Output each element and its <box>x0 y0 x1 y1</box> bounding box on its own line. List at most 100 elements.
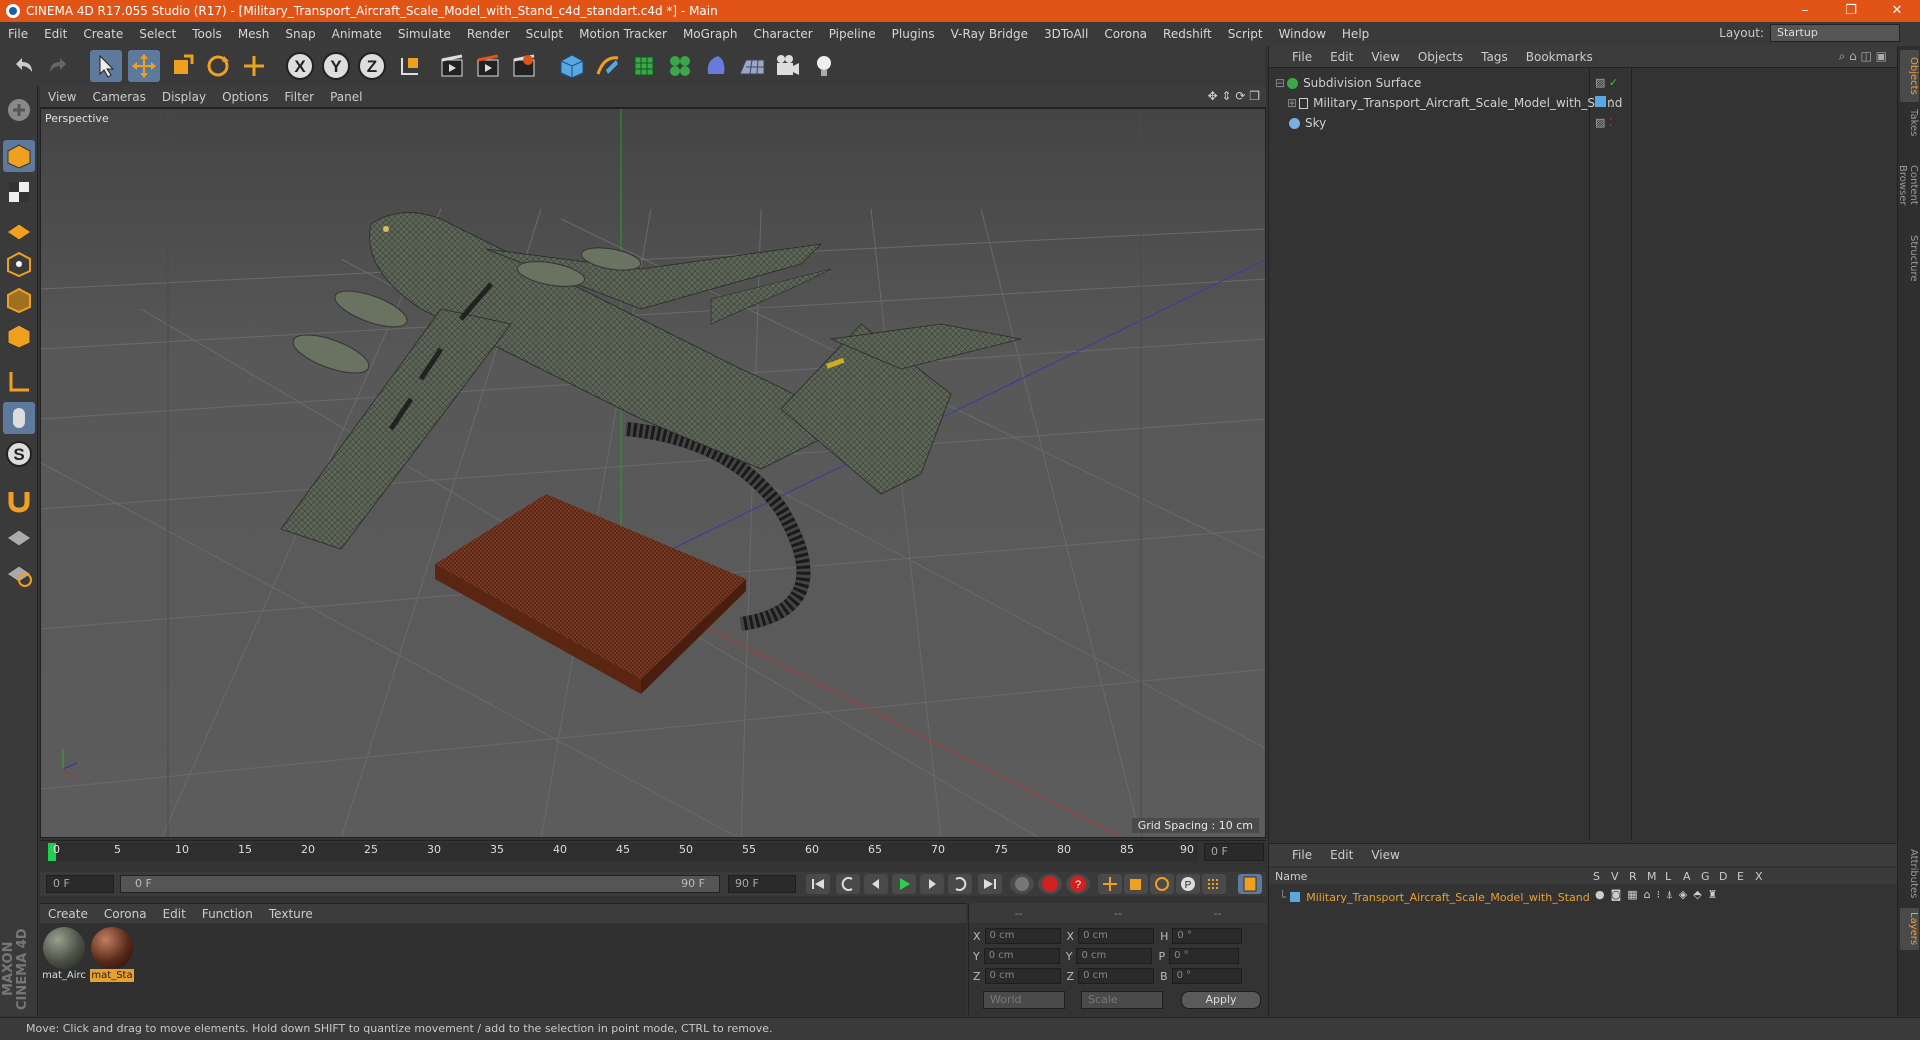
workplane-lock-icon[interactable] <box>3 522 35 554</box>
move-tool-icon[interactable] <box>128 50 160 82</box>
magnet-icon[interactable] <box>3 484 35 516</box>
rotate-tool-icon[interactable] <box>202 50 234 82</box>
next-key-icon[interactable] <box>948 874 972 894</box>
menu-help[interactable]: Help <box>1334 27 1377 41</box>
preview-range-slider[interactable]: 0 F 90 F <box>120 875 720 893</box>
viewport-nav-icons[interactable]: ✥ ⇕ ⟳ ❐ <box>1208 89 1260 103</box>
viewport-menu-cameras[interactable]: Cameras <box>84 90 153 104</box>
menu-mograph[interactable]: MoGraph <box>675 27 746 41</box>
position-x-field[interactable]: 0 cm <box>984 928 1061 944</box>
objects-menu-file[interactable]: File <box>1283 50 1321 64</box>
start-frame-field[interactable]: 0 F <box>46 875 114 893</box>
visibility-dots-icon[interactable]: ⁚ <box>1610 97 1614 110</box>
objects-menu-view[interactable]: View <box>1362 50 1408 64</box>
viewport-menu-options[interactable]: Options <box>214 90 276 104</box>
expand-toggle-icon[interactable]: ⊞ <box>1287 96 1297 110</box>
key-pla-icon[interactable] <box>1202 874 1226 894</box>
key-position-icon[interactable] <box>1098 874 1122 894</box>
object-row-sky[interactable]: Sky <box>1275 114 1326 132</box>
light-icon[interactable] <box>808 50 840 82</box>
menu-character[interactable]: Character <box>745 27 820 41</box>
visibility-dots-icon[interactable]: ⁚ <box>1609 116 1613 129</box>
end-frame-field[interactable]: 90 F <box>728 875 796 893</box>
expand-toggle-icon[interactable]: ⊟ <box>1275 76 1285 90</box>
rotation-h-field[interactable]: 0 ° <box>1172 928 1243 944</box>
deformer-icon[interactable] <box>700 50 732 82</box>
position-y-field[interactable]: 0 cm <box>983 948 1060 964</box>
menu-script[interactable]: Script <box>1220 27 1271 41</box>
key-rotation-icon[interactable] <box>1150 874 1174 894</box>
floor-icon[interactable] <box>736 50 768 82</box>
menu-select[interactable]: Select <box>131 27 184 41</box>
y-axis-lock-button[interactable]: Y <box>320 50 352 82</box>
play-icon[interactable] <box>892 874 916 894</box>
goto-start-icon[interactable] <box>806 874 830 894</box>
layer-color-swatch[interactable] <box>1290 892 1301 902</box>
menu-sculpt[interactable]: Sculpt <box>518 27 571 41</box>
aircraft-flags[interactable]: ⁚ <box>1595 96 1613 110</box>
menu-render[interactable]: Render <box>459 27 518 41</box>
object-manager-search-icons[interactable]: ⌕ ⌂ ◫ ▣ <box>1839 49 1887 64</box>
redo-icon[interactable] <box>42 50 74 82</box>
scale-tool-icon[interactable] <box>166 50 198 82</box>
x-axis-lock-button[interactable]: X <box>284 50 316 82</box>
next-frame-icon[interactable] <box>920 874 944 894</box>
material-menu-create[interactable]: Create <box>40 907 96 921</box>
render-picture-viewer-icon[interactable] <box>472 50 504 82</box>
layer-color-swatch[interactable] <box>1595 96 1606 107</box>
layer-toggle-icons[interactable]: ●◙▦⌂⁝⍋◈⬘♜ <box>1595 888 1724 902</box>
autokey-icon[interactable]: ? <box>1066 874 1090 894</box>
tab-takes[interactable]: Takes <box>1900 106 1919 140</box>
size-x-field[interactable]: 0 cm <box>1078 928 1155 944</box>
menu-plugins[interactable]: Plugins <box>884 27 943 41</box>
layers-menu-file[interactable]: File <box>1283 848 1321 862</box>
points-mode-icon[interactable] <box>3 248 35 280</box>
previous-frame-icon[interactable] <box>864 874 888 894</box>
perspective-viewport[interactable]: Perspective Grid Spacing : 10 cm <box>40 108 1266 838</box>
motion-record-icon[interactable] <box>1010 874 1034 894</box>
layers-menu-edit[interactable]: Edit <box>1321 848 1362 862</box>
make-editable-icon[interactable] <box>3 94 35 126</box>
menu-motion-tracker[interactable]: Motion Tracker <box>571 27 675 41</box>
menu-3dtoall[interactable]: 3DToAll <box>1036 27 1096 41</box>
timeline-window-icon[interactable] <box>1238 874 1262 894</box>
object-row-subdivision-surface[interactable]: ⊟ Subdivision Surface <box>1275 74 1421 92</box>
close-button[interactable]: ✕ <box>1874 0 1920 22</box>
menu-mesh[interactable]: Mesh <box>230 27 278 41</box>
goto-end-icon[interactable] <box>978 874 1002 894</box>
tab-objects[interactable]: Objects <box>1900 50 1919 102</box>
objects-menu-bookmarks[interactable]: Bookmarks <box>1517 50 1602 64</box>
position-z-field[interactable]: 0 cm <box>984 968 1061 984</box>
minimize-button[interactable]: – <box>1782 0 1828 22</box>
menu-corona[interactable]: Corona <box>1096 27 1155 41</box>
menu-edit[interactable]: Edit <box>36 27 75 41</box>
edges-mode-icon[interactable] <box>3 284 35 316</box>
menu-file[interactable]: File <box>0 27 36 41</box>
move-tool-alt-icon[interactable] <box>238 50 270 82</box>
menu-snap[interactable]: Snap <box>277 27 323 41</box>
record-keys-icon[interactable] <box>1038 874 1062 894</box>
select-tool-icon[interactable] <box>90 50 122 82</box>
tab-content-browser[interactable]: Content Browser <box>1897 144 1919 226</box>
size-z-field[interactable]: 0 cm <box>1078 968 1155 984</box>
layer-row[interactable]: └ Military_Transport_Aircraft_Scale_Mode… <box>1279 888 1590 906</box>
z-axis-lock-button[interactable]: Z <box>356 50 388 82</box>
apply-button[interactable]: Apply <box>1181 991 1261 1009</box>
viewport-menu-filter[interactable]: Filter <box>276 90 322 104</box>
cube-primitive-icon[interactable] <box>556 50 588 82</box>
sky-flags[interactable]: ▨ ⁚ <box>1595 116 1612 129</box>
tweak-mode-icon[interactable] <box>3 402 35 434</box>
tab-attributes[interactable]: Attributes <box>1900 846 1919 902</box>
enabled-check-icon[interactable]: ✓ <box>1609 76 1618 89</box>
material-menu-edit[interactable]: Edit <box>155 907 194 921</box>
objects-menu-objects[interactable]: Objects <box>1409 50 1472 64</box>
current-frame-field[interactable]: 0 F <box>1204 843 1264 861</box>
texture-mode-icon[interactable] <box>3 176 35 208</box>
coord-mode-dropdown[interactable]: World <box>983 991 1065 1009</box>
restore-button[interactable]: ❐ <box>1828 0 1874 22</box>
key-scale-icon[interactable] <box>1124 874 1148 894</box>
tab-structure[interactable]: Structure <box>1900 230 1919 286</box>
rotation-p-field[interactable]: 0 ° <box>1169 948 1240 964</box>
menu-tools[interactable]: Tools <box>184 27 230 41</box>
menu-create[interactable]: Create <box>75 27 131 41</box>
